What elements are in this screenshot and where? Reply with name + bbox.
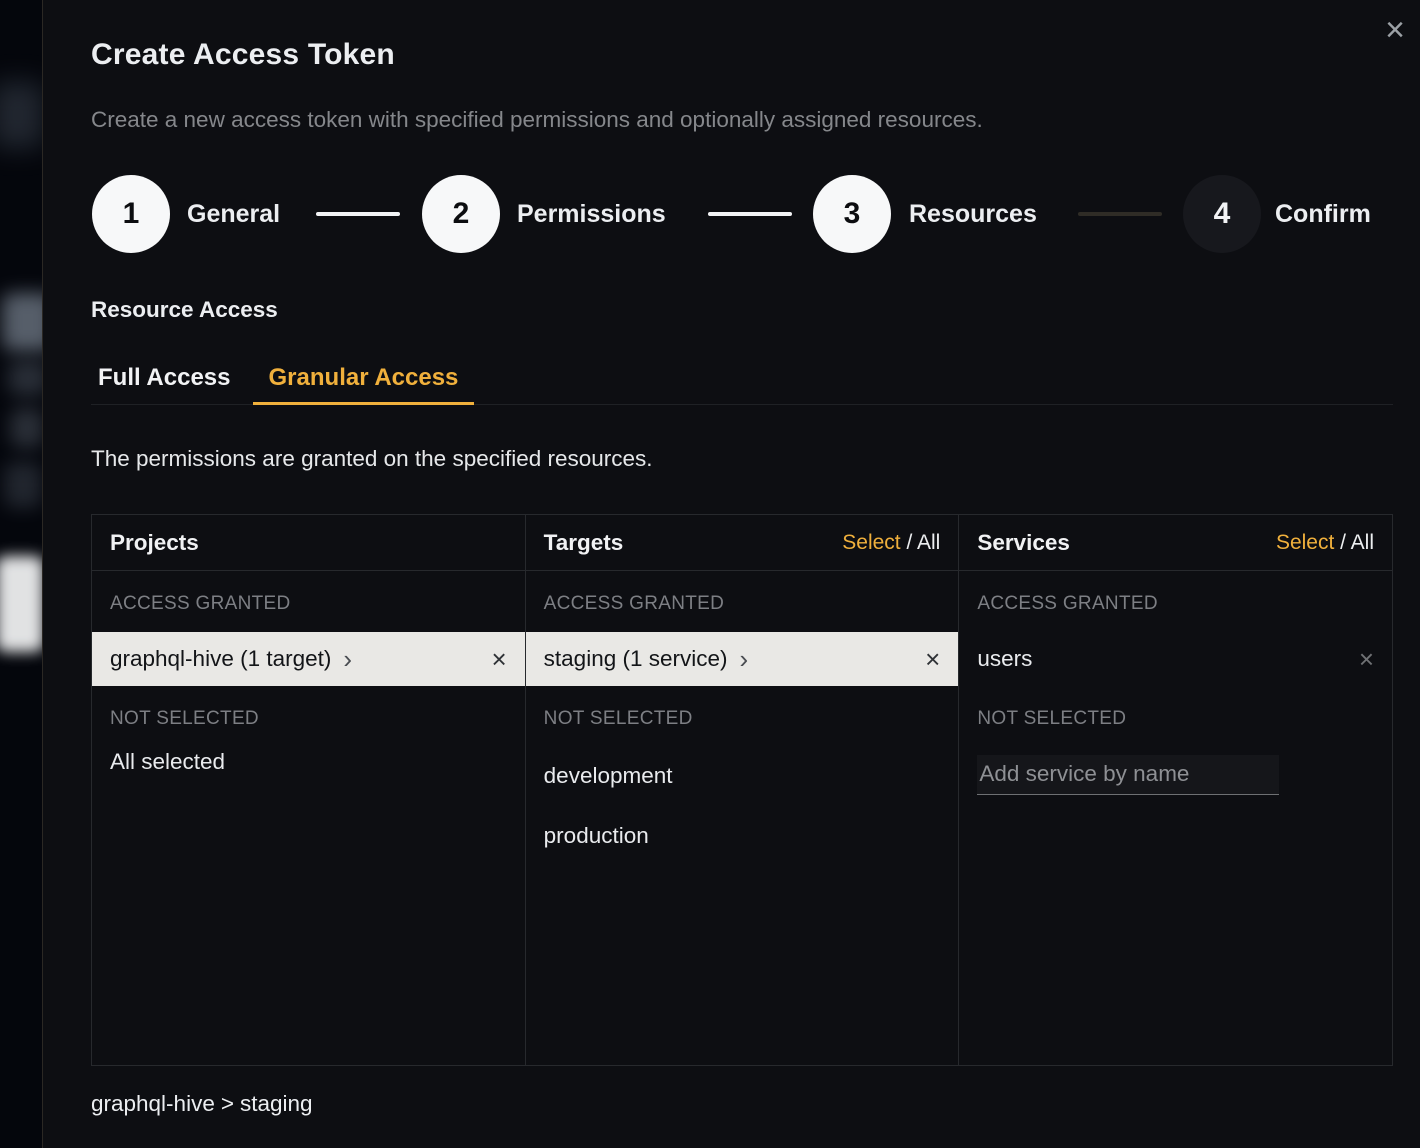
remove-target-icon[interactable]: ×: [925, 644, 940, 675]
step-connector-inactive: [1078, 212, 1162, 216]
resource-picker-table: Projects ACCESS GRANTED graphql-hive (1 …: [91, 514, 1393, 1066]
targets-column-header: Targets Select / All: [526, 515, 959, 571]
projects-column-header: Projects: [92, 515, 525, 571]
breadcrumb-target: staging: [240, 1091, 313, 1116]
step-connector: [316, 212, 400, 216]
step-circle-general[interactable]: 1: [92, 175, 170, 253]
targets-column-title: Targets: [544, 530, 624, 556]
breadcrumb-project: graphql-hive: [91, 1091, 215, 1116]
step-connector: [708, 212, 792, 216]
projects-column-title: Projects: [110, 530, 199, 556]
targets-all-link[interactable]: All: [917, 531, 940, 554]
selected-project-label: graphql-hive (1 target): [110, 646, 331, 672]
breadcrumb-separator-icon: >: [221, 1091, 234, 1116]
step-circle-permissions[interactable]: 2: [422, 175, 500, 253]
step-label-resources[interactable]: Resources: [909, 175, 1037, 253]
target-option-development[interactable]: development: [526, 746, 959, 806]
remove-service-icon[interactable]: ×: [1359, 644, 1374, 675]
background-page-strip: [0, 0, 42, 1148]
dialog-description: Create a new access token with specified…: [91, 107, 983, 133]
background-blur-blob: [2, 293, 42, 351]
dialog-title: Create Access Token: [91, 38, 395, 72]
step-label-general[interactable]: General: [187, 175, 280, 253]
add-service-input[interactable]: [977, 755, 1279, 795]
services-column-title: Services: [977, 530, 1070, 556]
tab-full-access[interactable]: Full Access: [91, 364, 239, 404]
targets-select-link[interactable]: Select: [842, 531, 900, 554]
breadcrumb: graphql-hive>staging: [91, 1091, 319, 1117]
selected-service-row: users ×: [959, 632, 1392, 686]
tab-granular-access[interactable]: Granular Access: [253, 364, 475, 405]
selected-project-row[interactable]: graphql-hive (1 target) › ×: [92, 632, 525, 686]
access-granted-label: ACCESS GRANTED: [977, 593, 1374, 615]
services-column-header: Services Select / All: [959, 515, 1392, 571]
granular-access-note: The permissions are granted on the speci…: [91, 446, 653, 472]
background-blur-blob: [0, 82, 42, 148]
services-all-link[interactable]: All: [1351, 531, 1374, 554]
remove-project-icon[interactable]: ×: [491, 644, 506, 675]
selected-target-row[interactable]: staging (1 service) › ×: [526, 632, 959, 686]
background-white-button-blob: [0, 556, 42, 652]
step-circle-confirm[interactable]: 4: [1183, 175, 1261, 253]
select-all-separator: /: [1334, 531, 1350, 554]
select-all-separator: /: [901, 531, 917, 554]
background-blur-blob: [8, 360, 42, 396]
access-granted-label: ACCESS GRANTED: [544, 593, 941, 615]
chevron-right-icon: ›: [740, 646, 749, 672]
selected-service-label: users: [977, 646, 1032, 672]
create-access-token-dialog: × Create Access Token Create a new acces…: [42, 0, 1420, 1148]
step-label-confirm[interactable]: Confirm: [1275, 175, 1371, 253]
background-blur-blob: [10, 408, 42, 448]
target-option-production[interactable]: production: [526, 806, 959, 866]
services-column: Services Select / All ACCESS GRANTED use…: [958, 515, 1392, 1065]
not-selected-label: NOT SELECTED: [977, 708, 1374, 730]
resource-access-tabs: Full Access Granular Access: [91, 364, 1393, 405]
services-select-all: Select / All: [1276, 531, 1374, 555]
background-blur-blob: [4, 462, 42, 508]
chevron-right-icon: ›: [343, 646, 352, 672]
services-select-link[interactable]: Select: [1276, 531, 1334, 554]
resource-access-heading: Resource Access: [91, 297, 278, 323]
not-selected-label: NOT SELECTED: [110, 708, 507, 730]
step-label-permissions[interactable]: Permissions: [517, 175, 666, 253]
close-icon[interactable]: ×: [1373, 8, 1417, 52]
not-selected-label: NOT SELECTED: [544, 708, 941, 730]
targets-select-all: Select / All: [842, 531, 940, 555]
screen: × Create Access Token Create a new acces…: [0, 0, 1420, 1148]
targets-column: Targets Select / All ACCESS GRANTED stag…: [525, 515, 959, 1065]
access-granted-label: ACCESS GRANTED: [110, 593, 507, 615]
projects-empty-text: All selected: [110, 749, 507, 775]
projects-column: Projects ACCESS GRANTED graphql-hive (1 …: [92, 515, 525, 1065]
step-circle-resources[interactable]: 3: [813, 175, 891, 253]
selected-target-label: staging (1 service): [544, 646, 728, 672]
